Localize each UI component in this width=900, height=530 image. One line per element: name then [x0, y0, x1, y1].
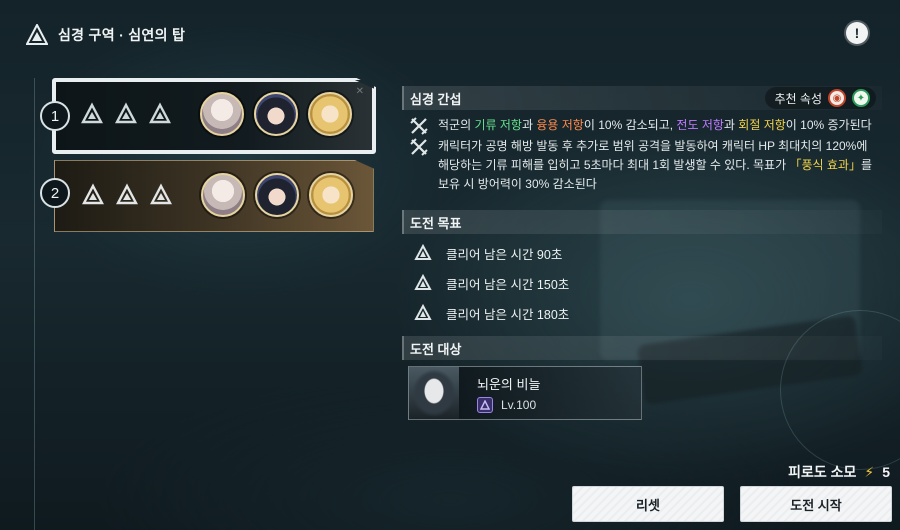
details-panel: 심경 간섭 추천 속성 ◉ ✦ 적군의 기류 저항과 융용 저항이 10% 감소…	[402, 86, 882, 420]
stage-rating	[81, 183, 173, 207]
triangle-rank-icon	[82, 183, 104, 205]
enemy-card[interactable]: 뇌운의 비늘 Lv.100	[408, 366, 642, 420]
stage-card-2[interactable]	[54, 160, 374, 232]
goals-list: 클리어 남은 시간 90초 클리어 남은 시간 150초 클리어 남은 시간 1…	[402, 234, 882, 328]
electro-element-icon	[477, 397, 493, 413]
interference-header: 심경 간섭 추천 속성 ◉ ✦	[402, 86, 882, 110]
target-header: 도전 대상	[402, 336, 882, 360]
highlight-fusion: 융용 저항	[536, 118, 584, 132]
goal-item: 클리어 남은 시간 180초	[402, 298, 882, 328]
character-avatar[interactable]	[255, 173, 299, 217]
triangle-rank-icon	[150, 183, 172, 205]
enemy-portrait	[409, 367, 459, 419]
highlight-aero-erosion: 「풍식 효과」	[789, 158, 861, 172]
highlight-aero: 기류 저항	[474, 118, 522, 132]
crossed-swords-icon	[410, 138, 428, 156]
effect-text: 캐릭터가 공명 해방 발동 후 추가로 범위 공격을 발동하여 캐릭터 HP 최…	[438, 139, 872, 191]
start-challenge-button[interactable]: 도전 시작	[740, 486, 892, 522]
reset-button[interactable]: 리셋	[572, 486, 724, 522]
interference-effect: 캐릭터가 공명 해방 발동 후 추가로 범위 공격을 발동하여 캐릭터 HP 최…	[402, 135, 882, 194]
team-avatars	[201, 173, 353, 217]
lightning-bolt-icon: ⚡	[864, 463, 875, 480]
highlight-spectro: 회절 저항	[738, 118, 786, 132]
aero-attribute-icon: ✦	[852, 89, 870, 107]
recommended-attributes[interactable]: 추천 속성 ◉ ✦	[764, 87, 876, 109]
fusion-attribute-icon: ◉	[828, 89, 846, 107]
page-title: 심경 구역 · 심연의 탑	[58, 27, 186, 43]
enemy-name: 뇌운의 비늘	[477, 377, 541, 392]
goals-header: 도전 목표	[402, 210, 882, 234]
interference-effect: 적군의 기류 저항과 융용 저항이 10% 감소되고, 전도 저항과 회절 저항…	[402, 110, 882, 135]
section-title: 심경 간섭	[410, 91, 462, 107]
stage-card-1-outline	[52, 78, 376, 154]
enemy-level: Lv.100	[477, 397, 536, 413]
top-bar: 심경 구역 · 심연의 탑	[26, 22, 185, 48]
character-avatar[interactable]	[309, 173, 353, 217]
stage-number-2: 2	[40, 178, 70, 208]
triangle-rank-icon	[116, 183, 138, 205]
recommend-label: 추천 속성	[774, 91, 823, 106]
character-avatar[interactable]	[201, 173, 245, 217]
info-icon[interactable]: !	[846, 22, 868, 44]
stamina-label: 피로도 소모	[788, 464, 857, 480]
decor-line	[34, 78, 35, 530]
effect-text: 적군의 기류 저항과 융용 저항이 10% 감소되고, 전도 저항과 회절 저항…	[438, 118, 872, 132]
highlight-electro: 전도 저항	[676, 118, 724, 132]
stage-number-1: 1	[40, 101, 70, 131]
section-title: 도전 대상	[410, 341, 462, 357]
crossed-swords-icon	[410, 117, 428, 135]
triangle-goal-icon	[414, 244, 432, 260]
stamina-cost: 피로도 소모 ⚡ 5	[788, 462, 890, 482]
stamina-value: 5	[882, 464, 890, 480]
triangle-goal-icon	[414, 274, 432, 290]
section-title: 도전 목표	[410, 215, 462, 231]
goal-item: 클리어 남은 시간 150초	[402, 268, 882, 298]
tower-logo-icon[interactable]	[26, 24, 48, 46]
triangle-goal-icon	[414, 304, 432, 320]
goal-item: 클리어 남은 시간 90초	[402, 238, 882, 268]
